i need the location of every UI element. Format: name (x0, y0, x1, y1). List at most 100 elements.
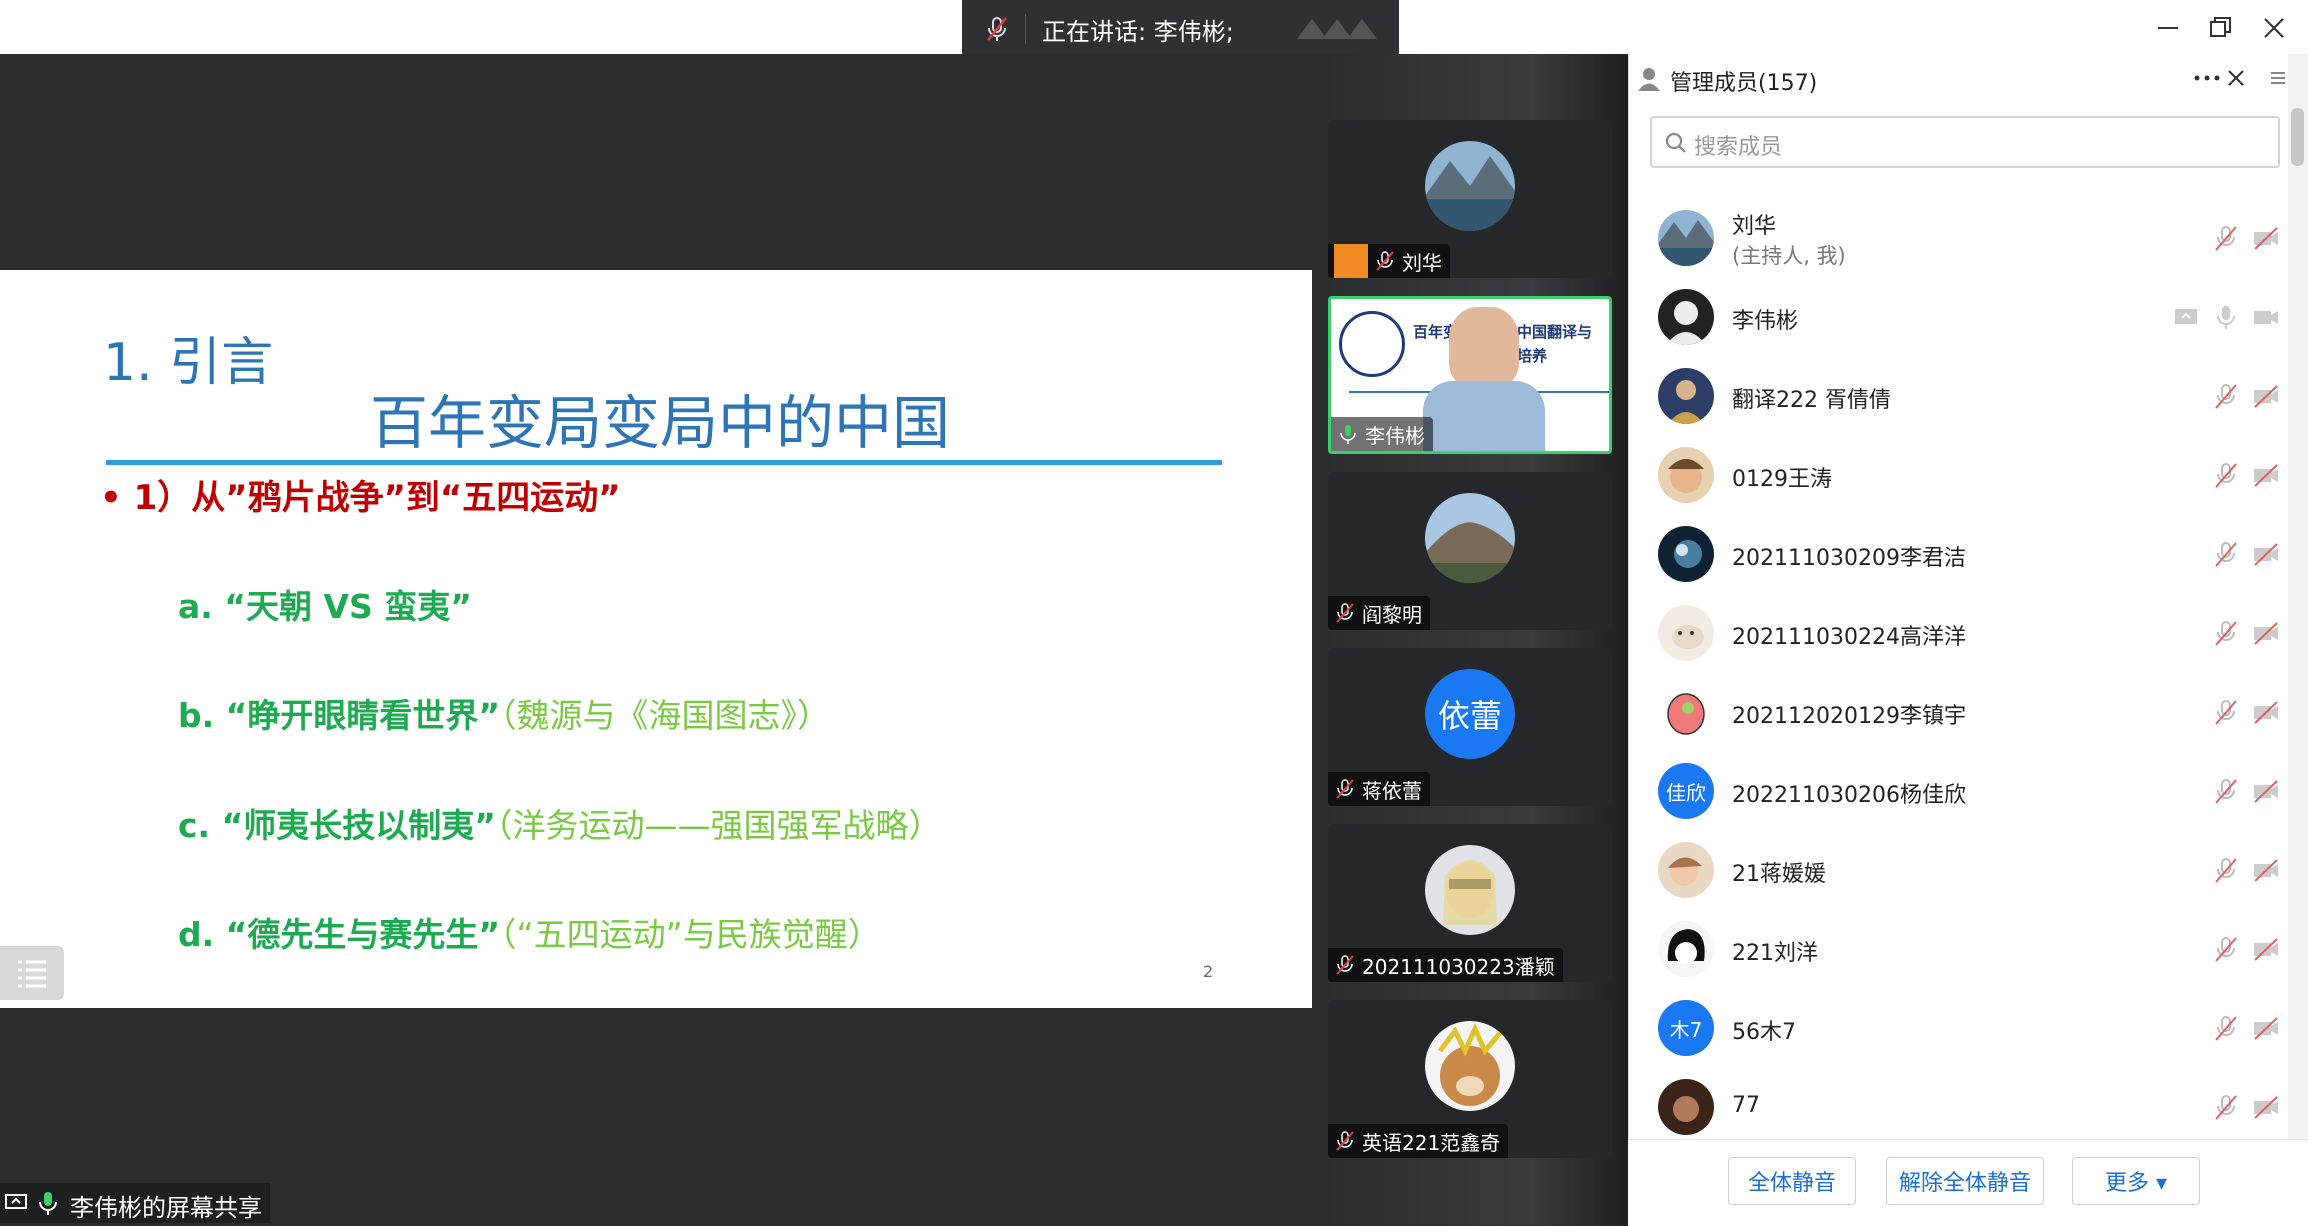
member-row[interactable]: 202111030224高洋洋 (1628, 593, 2288, 672)
mic-off-icon[interactable] (2212, 935, 2240, 963)
minimize-button[interactable] (2150, 10, 2186, 46)
screen-share-icon (5, 1194, 27, 1209)
member-search-input[interactable]: 搜索成员 (1650, 116, 2280, 168)
close-panel-icon[interactable] (2224, 66, 2248, 90)
mic-off-icon[interactable] (2212, 382, 2240, 410)
member-row[interactable]: 翻译222 胥倩倩 (1628, 356, 2288, 435)
camera-off-icon[interactable] (2252, 619, 2280, 647)
mic-off-icon (1336, 955, 1354, 975)
slide-title: 百年变局变局中的中国 (370, 389, 951, 457)
video-tile-label: 202111030223潘颖 (1328, 948, 1563, 982)
speaking-label: 正在讲话: 李伟彬; (1042, 18, 1234, 46)
member-row[interactable]: 佳欣 202211030206杨佳欣 (1628, 751, 2288, 830)
list-icon (18, 960, 46, 988)
slide-item: a. “天朝 VS 蛮夷” (178, 587, 472, 626)
mic-off-icon[interactable] (2212, 1093, 2240, 1121)
camera-off-icon[interactable] (2252, 1014, 2280, 1042)
video-tile[interactable]: 英语221范鑫奇 (1328, 1000, 1612, 1158)
scrollbar[interactable] (2288, 54, 2308, 1164)
slide-outline-button[interactable] (0, 946, 64, 1000)
video-tile[interactable]: 202111030223潘颖 (1328, 824, 1612, 982)
camera-off-icon[interactable] (2252, 856, 2280, 884)
member-row[interactable]: 21蒋媛媛 (1628, 830, 2288, 909)
camera-off-icon[interactable] (2252, 777, 2280, 805)
more-options-icon[interactable] (2192, 68, 2222, 88)
feed-text: 培养 (1517, 347, 1548, 365)
scrollbar-thumb[interactable] (2291, 108, 2304, 166)
member-row[interactable]: 221刘洋 (1628, 909, 2288, 988)
camera-icon[interactable] (2252, 303, 2280, 331)
mic-off-icon[interactable] (2212, 698, 2240, 726)
avatar (1425, 1021, 1515, 1111)
mic-off-icon[interactable] (2212, 777, 2240, 805)
host-icon (1334, 244, 1368, 278)
mic-off-icon (1336, 1131, 1354, 1151)
member-role: (主持人, 我) (1732, 244, 1846, 268)
presenter-face (1449, 307, 1519, 387)
video-tile[interactable]: 刘华 (1328, 120, 1612, 278)
camera-off-icon[interactable] (2252, 461, 2280, 489)
search-placeholder: 搜索成员 (1694, 135, 1783, 160)
avatar (1425, 845, 1515, 935)
mic-off-icon (1336, 779, 1354, 799)
camera-off-icon[interactable] (2252, 698, 2280, 726)
member-name: 56木7 (1732, 1020, 1796, 1045)
member-row[interactable]: 刘华 (主持人, 我) (1628, 198, 2288, 277)
menu-icon[interactable] (2268, 68, 2288, 88)
member-name: 77 (1732, 1093, 1760, 1118)
restore-button[interactable] (2202, 10, 2238, 46)
member-name: 21蒋媛媛 (1732, 862, 1826, 887)
mic-off-icon[interactable] (2212, 856, 2240, 884)
camera-off-icon[interactable] (2252, 382, 2280, 410)
slide-section-heading: 1. 引言 (103, 333, 274, 393)
feed-text: 中国翻译与 (1517, 323, 1593, 341)
screen-share-icon[interactable] (2172, 303, 2200, 331)
university-seal-icon (1339, 311, 1405, 377)
mic-off-icon[interactable] (2212, 540, 2240, 568)
member-row[interactable]: 77 (1628, 1067, 2288, 1146)
video-tile-label: 阎黎明 (1328, 596, 1430, 630)
presenter-shirt (1423, 381, 1545, 451)
mic-off-icon[interactable] (2212, 224, 2240, 252)
speaking-indicator: 正在讲话: 李伟彬; (962, 0, 1399, 58)
close-button[interactable] (2256, 10, 2292, 46)
camera-off-icon[interactable] (2252, 935, 2280, 963)
mic-off-icon[interactable] (2212, 461, 2240, 489)
mic-off-icon[interactable] (2212, 619, 2240, 647)
slide-bullet: • 1）从”鸦片战争”到“五四运动” (100, 478, 621, 518)
avatar (1658, 605, 1714, 661)
avatar (1425, 493, 1515, 583)
slide-item: d. “德先生与赛先生”（“五四运动”与民族觉醒） (178, 915, 881, 954)
unmute-all-button[interactable]: 解除全体静音 (1886, 1157, 2044, 1205)
video-tile[interactable]: 阎黎明 (1328, 472, 1612, 630)
member-row[interactable]: 李伟彬 (1628, 277, 2288, 356)
screen-share-text: 李伟彬的屏幕共享 (70, 1194, 262, 1222)
mute-all-button[interactable]: 全体静音 (1728, 1157, 1856, 1205)
mic-off-icon[interactable] (2212, 1014, 2240, 1042)
avatar (1658, 289, 1714, 345)
more-button[interactable]: 更多 ▾ (2072, 1157, 2200, 1205)
mic-off-icon (987, 17, 1007, 41)
member-name: 0129王涛 (1732, 467, 1832, 492)
video-tile-name: 英语221范鑫奇 (1362, 1130, 1501, 1155)
member-row[interactable]: 0129王涛 (1628, 435, 2288, 514)
avatar (1425, 141, 1515, 231)
member-icon (1638, 68, 1660, 91)
camera-off-icon[interactable] (2252, 1093, 2280, 1121)
member-name: 202111030209李君洁 (1732, 546, 1966, 571)
search-icon (1665, 132, 1686, 153)
mic-icon[interactable] (2212, 303, 2240, 331)
slide-item: b. “睁开眼睛看世界”（魏源与《海国图志》） (178, 696, 831, 735)
video-tile-active[interactable]: 百年变 中国翻译与 培养 李伟彬 (1328, 296, 1612, 454)
video-tile-name: 阎黎明 (1362, 602, 1422, 627)
camera-off-icon[interactable] (2252, 540, 2280, 568)
slide-item: c. “师夷长技以制夷”（洋务运动——强国强军战略） (178, 806, 942, 845)
member-row[interactable]: 木7 56木7 (1628, 988, 2288, 1067)
video-tile[interactable]: 依蕾 蒋依蕾 (1328, 648, 1612, 806)
video-tile-name: 蒋依蕾 (1362, 778, 1422, 803)
video-tile-label: 李伟彬 (1331, 417, 1433, 451)
member-row[interactable]: 202111030209李君洁 (1628, 514, 2288, 593)
member-row[interactable]: 202112020129李镇宇 (1628, 672, 2288, 751)
camera-off-icon[interactable] (2252, 224, 2280, 252)
avatar (1658, 368, 1714, 424)
